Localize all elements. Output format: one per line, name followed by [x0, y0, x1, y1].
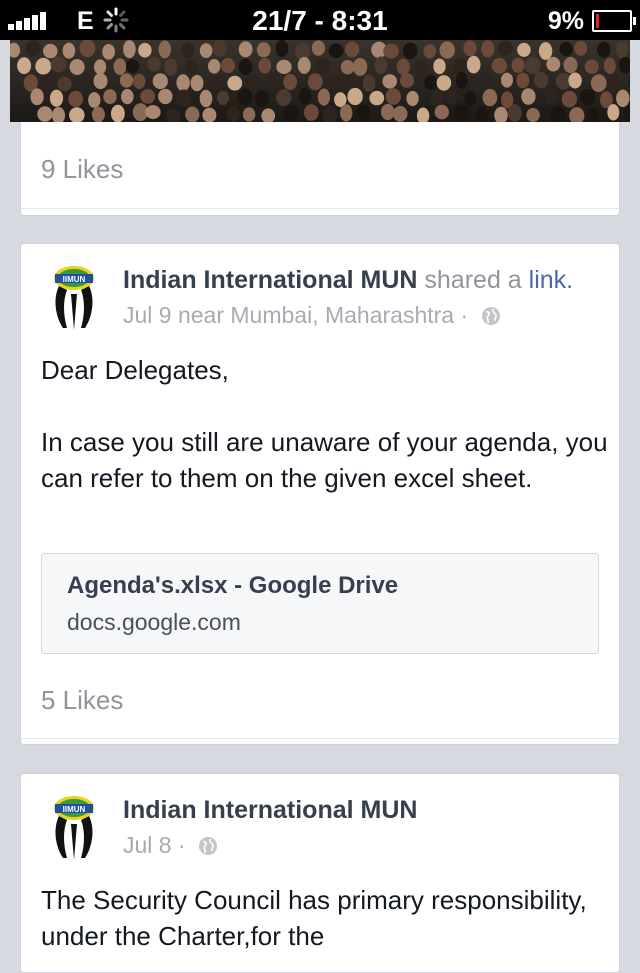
shared-verb: shared a: [424, 266, 522, 294]
post-body: In case you still are unaware of your ag…: [41, 427, 608, 493]
post-card: IIMUN Indian International MUN Jul 8 · T…: [20, 773, 620, 973]
meta-separator: ·: [177, 832, 186, 858]
post-greeting: Dear Delegates,: [41, 355, 229, 385]
svg-text:IIMUN: IIMUN: [63, 805, 86, 814]
status-bar: E 21/7 - 8:31 9%: [0, 0, 640, 40]
post-body: The Security Council has primary respons…: [41, 885, 587, 951]
svg-text:IIMUN: IIMUN: [63, 275, 86, 284]
post-date[interactable]: Jul 8: [123, 832, 172, 858]
globe-icon: [481, 307, 500, 325]
card-divider: [21, 738, 619, 739]
meta-separator: ·: [460, 302, 469, 328]
previous-post-card: 9 Likes: [20, 122, 620, 216]
likes-count[interactable]: 5 Likes: [41, 685, 123, 716]
post-meta: Jul 8 ·: [123, 832, 218, 859]
post-photo[interactable]: [10, 40, 630, 122]
post-meta: Jul 9 near Mumbai, Maharashtra ·: [123, 302, 501, 329]
card-divider: [21, 208, 619, 209]
post-card: IIMUN Indian International MUN shared a …: [20, 243, 620, 745]
post-author-line: Indian International MUN shared a link.: [123, 266, 573, 295]
audience-photo: [10, 40, 630, 122]
battery-level: [596, 14, 599, 28]
link-preview[interactable]: Agenda's.xlsx - Google Drive docs.google…: [41, 553, 599, 654]
battery-percent: 9%: [547, 7, 584, 35]
link-title: Agenda's.xlsx - Google Drive: [67, 572, 399, 599]
page-avatar[interactable]: IIMUN: [49, 264, 99, 330]
globe-icon: [199, 837, 218, 855]
clock: 21/7 - 8:31: [252, 5, 388, 36]
likes-count[interactable]: 9 Likes: [41, 154, 123, 185]
page-avatar[interactable]: IIMUN: [49, 794, 99, 860]
author-name[interactable]: Indian International MUN: [123, 266, 417, 294]
shared-link[interactable]: link.: [529, 266, 573, 294]
post-author-line: Indian International MUN: [123, 796, 417, 825]
author-name[interactable]: Indian International MUN: [123, 796, 417, 824]
link-domain: docs.google.com: [67, 609, 241, 635]
post-date[interactable]: Jul 9 near Mumbai, Maharashtra: [123, 302, 454, 328]
battery-icon: [592, 10, 636, 32]
